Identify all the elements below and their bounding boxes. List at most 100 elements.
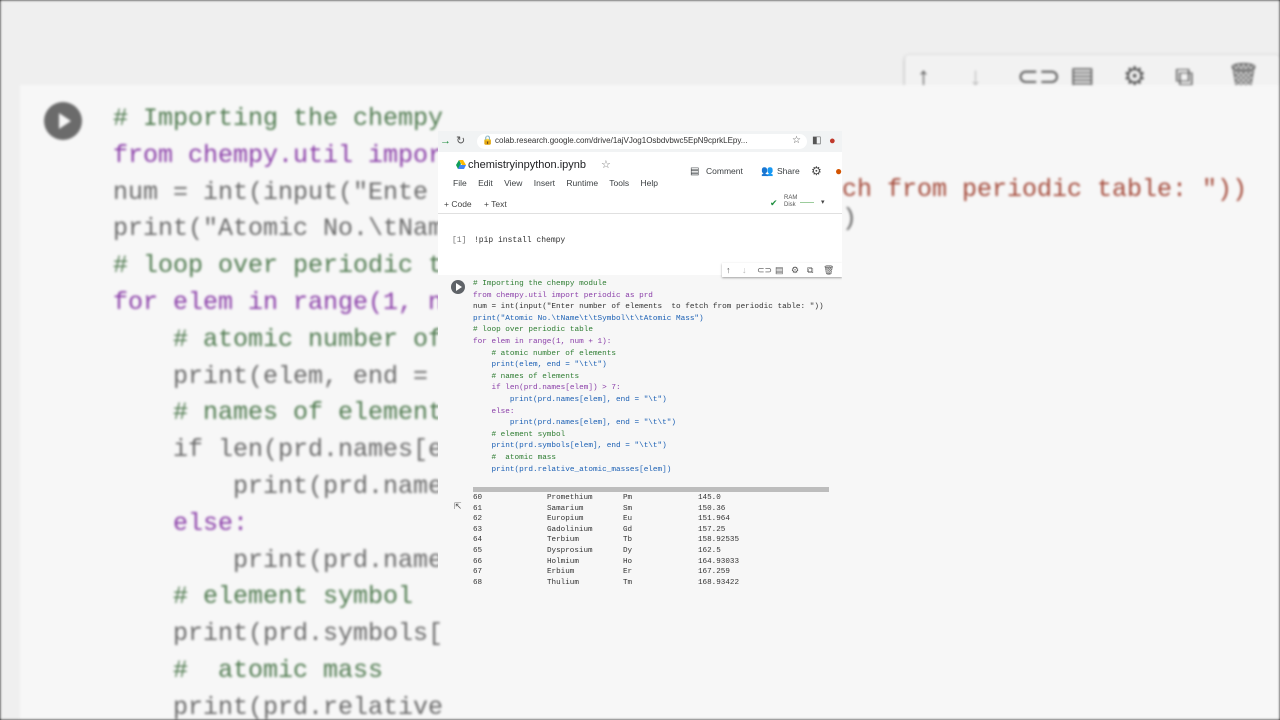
menu-view[interactable]: View	[504, 178, 522, 188]
chevron-down-icon[interactable]: ▾	[821, 198, 825, 206]
output-name: Dysprosium	[547, 546, 593, 555]
bg-code-text: # Importing the chempy from chempy.util …	[113, 104, 444, 720]
output-mass: 162.5	[698, 546, 721, 555]
phone-screen: → ↻ 🔒 colab.research.google.com/drive/1a…	[438, 131, 842, 590]
output-num: 63	[473, 525, 483, 534]
comment-button[interactable]: Comment	[706, 166, 743, 176]
output-name: Holmium	[547, 557, 579, 566]
output-num: 66	[473, 557, 483, 566]
add-text-button[interactable]: + Text	[484, 199, 507, 209]
mirror-cell-icon[interactable]: ⧉	[807, 264, 813, 276]
notebook-toolbar: + Code + Text ✔ RAM Disk ▾	[438, 195, 842, 214]
bg-run-button-icon	[44, 102, 82, 140]
cell-toolbar: ↑ ↓ ⊂⊃ ▤ ⚙ ⧉ 🗑	[722, 263, 842, 277]
output-name: Europium	[547, 515, 584, 524]
output-num: 67	[473, 568, 483, 577]
settings-gear-icon[interactable]: ⚙	[811, 164, 822, 178]
bg-code-right-text: ch from periodic table: ")) )	[842, 175, 1248, 233]
output-symbol: Sm	[623, 504, 633, 513]
output-row: 60 Promethium Pm 145.0	[473, 494, 813, 505]
output-row: 61 Samarium Sm 150.36	[473, 505, 813, 516]
output-row: 66 Holmium Ho 164.93033	[473, 558, 813, 569]
output-mass: 145.0	[698, 494, 721, 502]
output-clear-icon[interactable]: ⇱	[454, 501, 462, 512]
output-mass: 164.93033	[698, 557, 740, 566]
output-symbol: Ho	[623, 557, 633, 566]
output-mass: 150.36	[698, 504, 726, 513]
cell-execution-count: [1]	[452, 236, 467, 245]
forward-icon[interactable]: →	[440, 134, 451, 148]
output-symbol: Pm	[623, 494, 633, 502]
cell-code[interactable]: # Importing the chempy module from chemp…	[473, 279, 824, 476]
output-mass: 167.259	[698, 568, 730, 577]
output-num: 61	[473, 504, 483, 513]
comment-icon[interactable]: ▤	[775, 264, 784, 276]
output-name: Gadolinium	[547, 525, 593, 534]
cell-output: 60 Promethium Pm 145.0 61 Samarium Sm 150.36 62 E…	[473, 494, 813, 589]
horizontal-scrollbar[interactable]	[473, 487, 829, 492]
notebook-title[interactable]: chemistryinpython.ipynb	[468, 159, 586, 171]
menu-tools[interactable]: Tools	[609, 178, 629, 188]
output-row: 63 Gadolinium Gd 157.25	[473, 526, 813, 537]
output-name: Thulium	[547, 578, 579, 587]
output-name: Promethium	[547, 494, 593, 502]
bookmark-star-icon[interactable]: ☆	[792, 135, 801, 146]
share-button[interactable]: Share	[777, 166, 800, 176]
delete-icon[interactable]: 🗑	[823, 264, 834, 276]
menu-insert[interactable]: Insert	[534, 178, 555, 188]
notebook-header: chemistryinpython.ipynb ☆ File Edit View…	[438, 152, 842, 196]
output-row: 65 Dysprosium Dy 162.5	[473, 547, 813, 558]
menu-bar: File Edit View Insert Runtime Tools Help	[453, 178, 667, 188]
ram-disk-bars	[800, 202, 814, 203]
output-symbol: Tb	[623, 536, 633, 545]
menu-edit[interactable]: Edit	[478, 178, 493, 188]
menu-help[interactable]: Help	[641, 178, 658, 188]
output-num: 60	[473, 494, 483, 502]
output-name: Samarium	[547, 504, 584, 513]
output-row: 68 Thulium Tm 168.93422	[473, 579, 813, 590]
menu-runtime[interactable]: Runtime	[566, 178, 598, 188]
lock-icon: 🔒	[482, 135, 494, 145]
code-cell-2[interactable]: # Importing the chempy module from chemp…	[438, 275, 842, 590]
ram-disk-label[interactable]: RAM Disk	[784, 195, 797, 209]
output-symbol: Eu	[623, 515, 633, 524]
share-people-icon: 👥	[761, 166, 774, 177]
output-mass: 151.964	[698, 515, 730, 524]
star-icon[interactable]: ☆	[601, 158, 611, 171]
run-cell-button[interactable]	[451, 280, 465, 294]
url-text: colab.research.google.com/drive/1ajVJog1…	[495, 136, 748, 145]
output-symbol: Er	[623, 568, 633, 577]
gear-icon[interactable]: ⚙	[791, 264, 799, 276]
code-cell-1[interactable]: [1] !pip install chempy	[438, 229, 842, 253]
output-symbol: Gd	[623, 525, 633, 534]
menu-file[interactable]: File	[453, 178, 467, 188]
comment-icon: ▤	[690, 166, 700, 177]
output-name: Erbium	[547, 568, 575, 577]
google-drive-icon	[456, 160, 466, 169]
move-down-icon[interactable]: ↓	[742, 264, 747, 276]
output-mass: 157.25	[698, 525, 726, 534]
connected-check-icon: ✔	[770, 198, 778, 208]
output-num: 62	[473, 515, 483, 524]
output-name: Terbium	[547, 536, 579, 545]
output-mass: 168.93422	[698, 578, 740, 587]
output-num: 68	[473, 578, 483, 587]
output-symbol: Dy	[623, 546, 633, 555]
avatar[interactable]: ●	[835, 164, 842, 178]
output-row: 62 Europium Eu 151.964	[473, 515, 813, 526]
output-num: 64	[473, 536, 483, 545]
cell-code[interactable]: !pip install chempy	[474, 236, 565, 245]
url-field[interactable]: 🔒 colab.research.google.com/drive/1ajVJo…	[477, 134, 807, 149]
browser-address-bar: → ↻ 🔒 colab.research.google.com/drive/1a…	[438, 131, 842, 153]
output-mass: 158.92535	[698, 536, 740, 545]
add-code-button[interactable]: + Code	[444, 199, 472, 209]
output-num: 65	[473, 546, 483, 555]
move-up-icon[interactable]: ↑	[726, 264, 731, 276]
reload-icon[interactable]: ↻	[456, 134, 465, 148]
sidebar-icon[interactable]: ◧	[812, 134, 821, 148]
profile-icon[interactable]: ●	[829, 134, 836, 148]
output-symbol: Tm	[623, 578, 633, 587]
output-row: 67 Erbium Er 167.259	[473, 568, 813, 579]
link-icon[interactable]: ⊂⊃	[757, 264, 772, 276]
output-row: 64 Terbium Tb 158.92535	[473, 536, 813, 547]
